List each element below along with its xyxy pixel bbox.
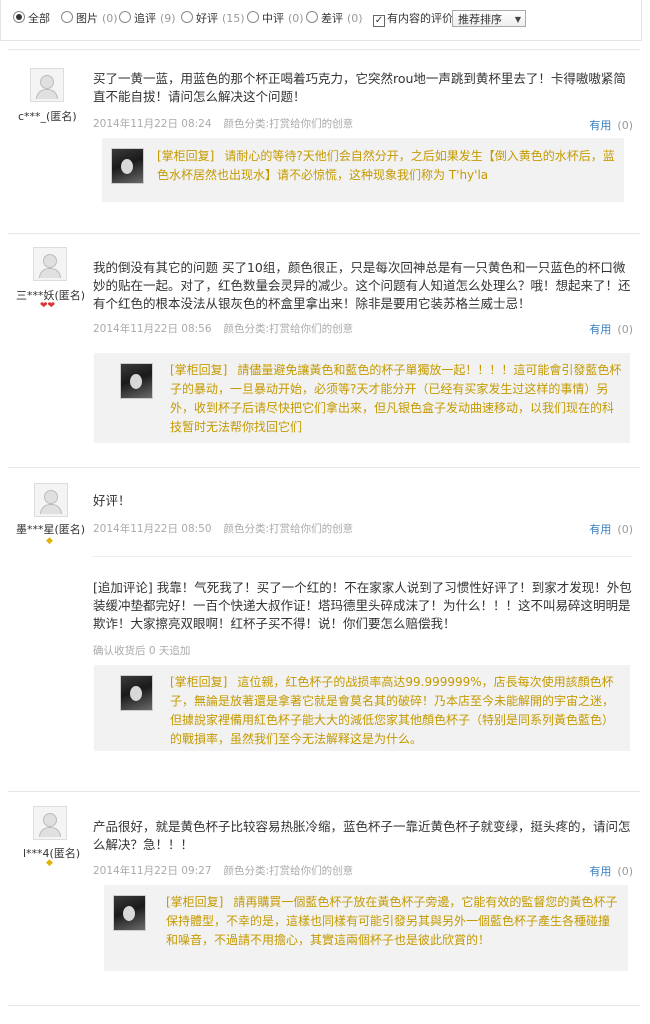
seller-avatar <box>120 363 153 399</box>
sort-select[interactable]: 推荐排序 ▼ <box>452 10 526 27</box>
reply-tag: [掌柜回复] <box>166 895 224 909</box>
reply-text: 请耐心的等待?天他们会自然分开，之后如果发生【倒入黄色的水杯后，蓝色水杯居然也出… <box>157 149 615 182</box>
seller-avatar <box>111 148 144 184</box>
filter-negative[interactable]: 差评 (0) <box>306 11 363 27</box>
review-attribute: 颜色分类:打赏给你们的创意 <box>223 523 354 535</box>
reply-text: 請再購買一個藍色杯子放在黃色杯子旁邊，它能有效的監督您的黃色杯子保持體型，不幸的… <box>166 895 618 947</box>
reply-tag: [掌柜回复] <box>157 149 215 163</box>
reply-text: 請儘量避免讓黃色和藍色的杯子單獨放一起！！！！這可能會引發藍色杯子的暴动，一旦暴… <box>170 363 622 434</box>
avatar <box>30 68 64 102</box>
divider <box>8 49 640 50</box>
avatar <box>33 806 67 840</box>
review-text: 我的倒没有其它的问题 买了10组，颜色很正，只是每次回神总是有一只黄色和一只蓝色… <box>93 260 631 311</box>
radio-icon[interactable] <box>247 11 259 23</box>
filter-positive[interactable]: 好评 (15) <box>181 11 245 27</box>
filter-all[interactable]: 全部 <box>13 11 50 27</box>
useful-button[interactable]: 有用 (0) <box>589 521 633 537</box>
review-meta: 2014年11月22日 09:27 颜色分类:打赏给你们的创意 <box>93 863 353 878</box>
review-date: 2014年11月22日 08:24 <box>93 118 212 130</box>
seller-reply: [掌柜回复] 請再購買一個藍色杯子放在黃色杯子旁邊，它能有效的監督您的黃色杯子保持… <box>104 885 628 971</box>
seller-avatar <box>113 895 146 931</box>
radio-icon[interactable] <box>61 11 73 23</box>
filter-neutral[interactable]: 中评 (0) <box>247 11 304 27</box>
divider <box>93 556 633 557</box>
seller-reply: [掌柜回复] 请耐心的等待?天他们会自然分开，之后如果发生【倒入黄色的水杯后，蓝色… <box>102 138 624 202</box>
review-attribute: 颜色分类:打赏给你们的创意 <box>223 865 354 877</box>
avatar <box>34 483 68 517</box>
filter-images[interactable]: 图片 (0) <box>61 11 118 27</box>
chevron-down-icon: ▼ <box>514 15 521 24</box>
followup-meta: 确认收货后 0 天追加 <box>93 645 191 657</box>
review-meta: 2014年11月22日 08:50 颜色分类:打赏给你们的创意 <box>93 521 353 536</box>
review-date: 2014年11月22日 09:27 <box>93 865 212 877</box>
heart-badge-icon: ❤❤ <box>40 301 56 311</box>
reply-tag: [掌柜回复] <box>170 363 228 377</box>
review-text: 买了一黄一蓝，用蓝色的那个杯正喝着巧克力，它突然rou地一声跳到黄杯里去了！卡得… <box>93 71 626 104</box>
review-date: 2014年11月22日 08:56 <box>93 323 212 335</box>
reviewer-name: 墨***星(匿名) <box>16 523 86 536</box>
review-attribute: 颜色分类:打赏给你们的创意 <box>223 118 354 130</box>
radio-icon[interactable] <box>119 11 131 23</box>
review-date: 2014年11月22日 08:50 <box>93 523 212 535</box>
review-meta: 2014年11月22日 08:56 颜色分类:打赏给你们的创意 <box>93 321 353 336</box>
avatar <box>33 247 67 281</box>
divider <box>8 233 640 234</box>
useful-button[interactable]: 有用 (0) <box>589 863 633 879</box>
reviewer-name: c***_(匿名) <box>18 110 77 123</box>
reply-text: 這位親，红色杯子的战损率高达99.999999%，店長每次使用該顏色杯子，無論是… <box>170 675 615 746</box>
checkbox-checked-icon[interactable]: ✓ <box>373 15 385 27</box>
radio-icon[interactable] <box>181 11 193 23</box>
radio-icon[interactable] <box>13 11 25 23</box>
divider <box>8 1005 640 1006</box>
radio-icon[interactable] <box>306 11 318 23</box>
useful-button[interactable]: 有用 (0) <box>589 117 633 133</box>
followup-review-text: [追加评论] 我靠！气死我了！买了一个红的！不在家家人说到了习惯性好评了！到家才… <box>93 580 632 631</box>
seller-avatar <box>120 675 153 711</box>
diamond-badge-icon: ◆ <box>46 858 53 868</box>
diamond-badge-icon: ◆ <box>46 536 53 546</box>
reply-tag: [掌柜回复] <box>170 675 228 689</box>
has-content-filter[interactable]: ✓ 有内容的评价 <box>373 11 453 27</box>
review-text: 产品很好，就是黄色杯子比较容易热胀冷缩，蓝色杯子一靠近黄色杯子就变绿，挺头疼的，… <box>93 819 631 852</box>
review-text: 好评！ <box>93 493 131 508</box>
seller-reply: [掌柜回复] 這位親，红色杯子的战损率高达99.999999%，店長每次使用該顏色… <box>94 665 630 751</box>
divider <box>8 791 640 792</box>
review-filter-bar: 全部 图片 (0) 追评 (9) 好评 (15) 中评 (0) 差评 (0) ✓ 有内容的评… <box>0 0 642 41</box>
seller-reply: [掌柜回复] 請儘量避免讓黃色和藍色的杯子單獨放一起！！！！這可能會引發藍色杯子的… <box>94 353 630 443</box>
divider <box>8 467 640 468</box>
review-meta: 2014年11月22日 08:24 颜色分类:打赏给你们的创意 <box>93 116 353 131</box>
useful-button[interactable]: 有用 (0) <box>589 321 633 337</box>
review-attribute: 颜色分类:打赏给你们的创意 <box>223 323 354 335</box>
filter-followup[interactable]: 追评 (9) <box>119 11 176 27</box>
